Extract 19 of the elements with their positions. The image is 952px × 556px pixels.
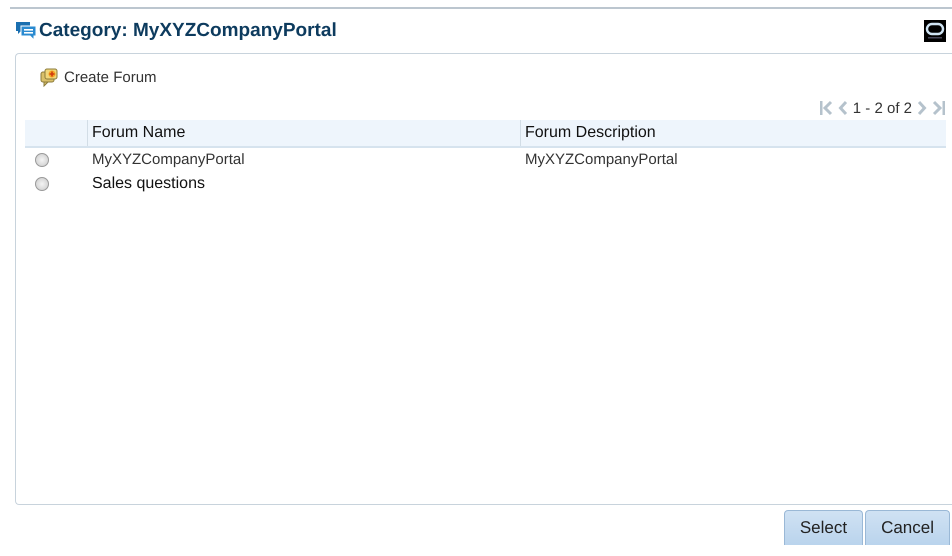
previous-page-icon[interactable] [838, 100, 848, 116]
first-page-icon[interactable] [818, 100, 833, 116]
forum-name: MyXYZCompanyPortal [92, 151, 245, 168]
forum-name: Sales questions [92, 175, 205, 192]
chat-bubbles-icon [15, 21, 37, 41]
last-page-icon[interactable] [932, 100, 946, 116]
dialog-title: Category: MyXYZCompanyPortal [39, 20, 337, 42]
radio-button[interactable] [35, 153, 49, 167]
create-forum-link[interactable]: Create Forum [40, 68, 157, 87]
forum-description: MyXYZCompanyPortal [525, 151, 678, 168]
next-page-icon[interactable] [917, 100, 927, 116]
cancel-button[interactable]: Cancel [865, 510, 950, 545]
column-header: Forum Name [87, 120, 520, 146]
page-range: 1 - 2 of 2 [852, 100, 912, 116]
radio-button[interactable] [35, 177, 49, 191]
new-forum-icon [40, 68, 60, 87]
logo-icon [924, 20, 946, 42]
column-header: Forum Description [520, 120, 946, 146]
select-button[interactable]: Select [784, 510, 864, 545]
